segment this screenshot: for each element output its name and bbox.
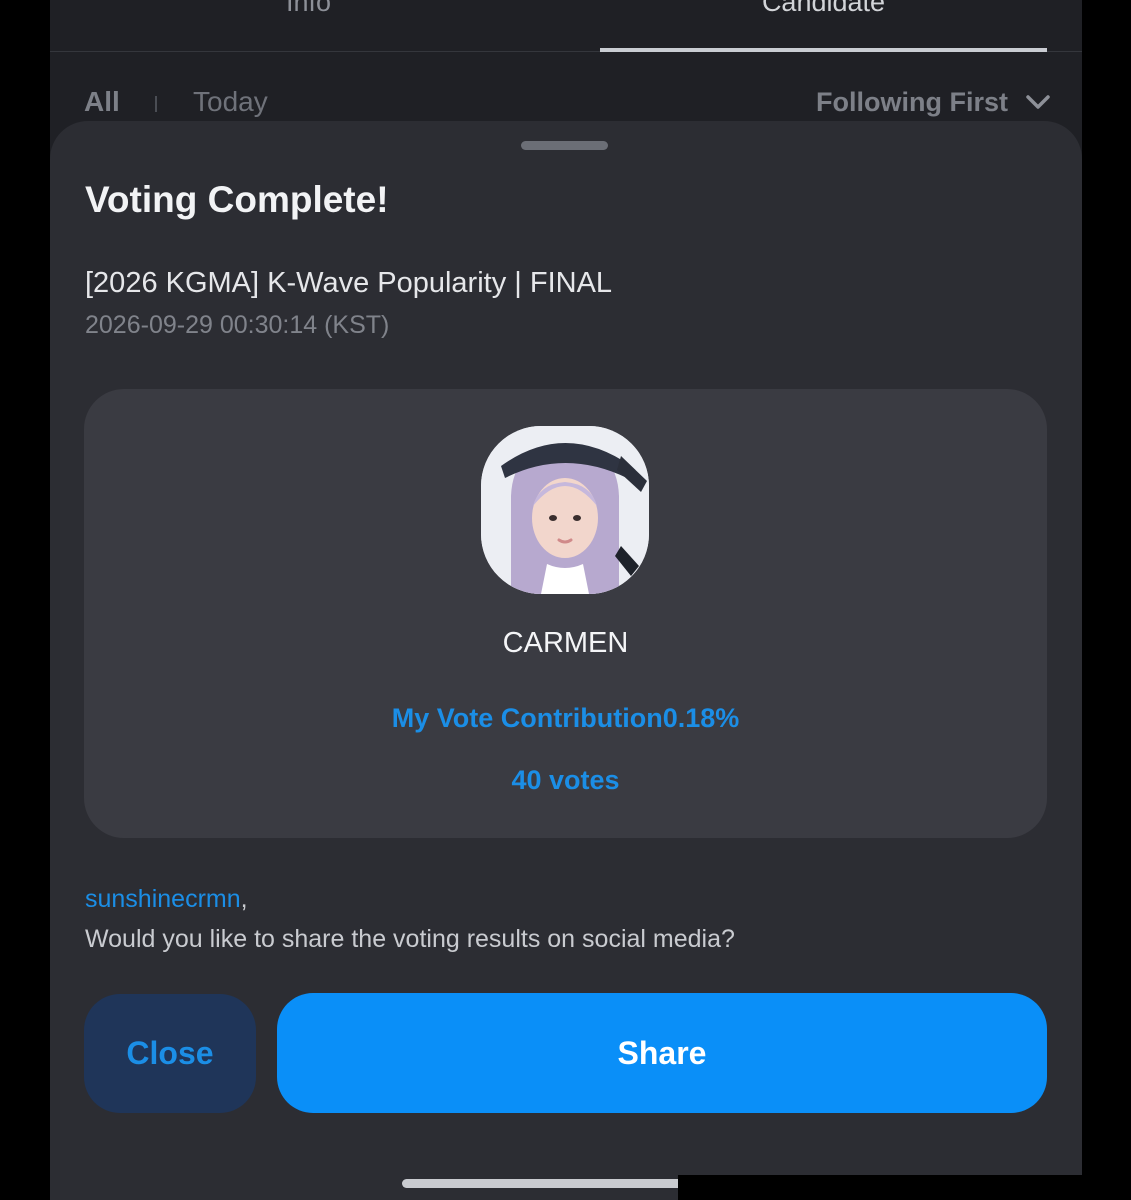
share-question: Would you like to share the voting resul… [85, 925, 735, 953]
vote-timestamp: 2026-09-29 00:30:14 (KST) [85, 311, 390, 339]
candidate-avatar [481, 426, 649, 594]
screen-edge [1082, 0, 1131, 1200]
tab-info[interactable]: Info [85, 0, 532, 22]
sort-label: Following First [816, 86, 1008, 117]
vote-result-card: CARMEN My Vote Contribution0.18% 40 vote… [84, 389, 1047, 838]
filter-divider [155, 96, 157, 112]
tab-bar: Info Candidate [50, 0, 1082, 52]
sheet-title: Voting Complete! [85, 179, 389, 220]
overlay-patch [678, 1175, 1082, 1200]
active-tab-indicator [600, 48, 1047, 52]
vote-count: 40 votes [511, 765, 620, 795]
sort-dropdown[interactable]: Following First [816, 86, 1054, 118]
tab-candidate[interactable]: Candidate [600, 0, 1047, 22]
share-button[interactable]: Share [277, 993, 1047, 1113]
share-prompt-user: sunshinecrmn, [85, 885, 248, 914]
candidate-name: CARMEN [502, 627, 629, 659]
event-title: [2026 KGMA] K-Wave Popularity | FINAL [85, 267, 613, 299]
vote-contribution: My Vote Contribution0.18% [391, 703, 740, 733]
candidate-photo-icon [481, 426, 649, 594]
chevron-down-icon [1026, 95, 1050, 109]
sheet-drag-handle[interactable] [521, 141, 608, 150]
username-comma: , [240, 885, 248, 913]
filter-today[interactable]: Today [193, 86, 268, 118]
close-button[interactable]: Close [84, 994, 256, 1113]
username: sunshinecrmn [85, 885, 241, 913]
app-screen: Info Candidate All Today Following First… [50, 0, 1082, 1200]
voting-complete-sheet: Voting Complete! [2026 KGMA] K-Wave Popu… [50, 121, 1082, 1200]
filter-all[interactable]: All [84, 86, 120, 118]
